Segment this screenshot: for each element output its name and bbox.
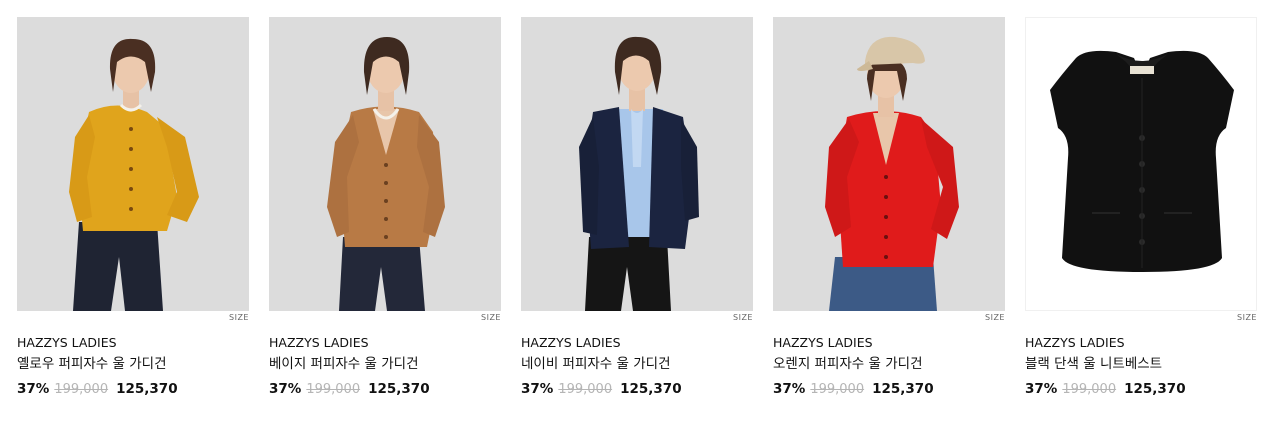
sale-price: 125,370 [368,381,430,397]
brand-name: HAZZYS LADIES [17,335,117,350]
product-card[interactable]: SIZE HAZZYS LADIES 오렌지 퍼피자수 울 가디건 37% 199… [773,17,1005,397]
product-image[interactable] [773,17,1005,311]
brand-name: HAZZYS LADIES [521,335,621,350]
original-price: 199,000 [1062,382,1117,397]
discount-rate: 37% [773,381,806,397]
brand-name: HAZZYS LADIES [773,335,873,350]
product-image[interactable] [17,17,249,311]
size-label[interactable]: SIZE [985,313,1005,322]
price-row: 37% 199,000 125,370 [521,381,682,397]
product-card[interactable]: SIZE HAZZYS LADIES 블랙 단색 울 니트베스트 37% 199,… [1025,17,1257,397]
product-name[interactable]: 베이지 퍼피자수 울 가디건 [269,352,419,372]
sale-price: 125,370 [1124,381,1186,397]
price-row: 37% 199,000 125,370 [269,381,430,397]
product-card[interactable]: SIZE HAZZYS LADIES 옐로우 퍼피자수 울 가디건 37% 199… [17,17,249,397]
product-name[interactable]: 네이비 퍼피자수 울 가디건 [521,352,671,372]
size-label[interactable]: SIZE [1237,313,1257,322]
product-name[interactable]: 블랙 단색 울 니트베스트 [1025,352,1162,372]
price-row: 37% 199,000 125,370 [773,381,934,397]
product-image[interactable] [269,17,501,311]
discount-rate: 37% [1025,381,1058,397]
price-row: 37% 199,000 125,370 [17,381,178,397]
product-image[interactable] [1025,17,1257,311]
product-grid: SIZE HAZZYS LADIES 옐로우 퍼피자수 울 가디건 37% 199… [0,0,1275,426]
product-name[interactable]: 오렌지 퍼피자수 울 가디건 [773,352,923,372]
brand-name: HAZZYS LADIES [1025,335,1125,350]
original-price: 199,000 [558,382,613,397]
size-label[interactable]: SIZE [229,313,249,322]
product-image[interactable] [521,17,753,311]
discount-rate: 37% [17,381,50,397]
brand-name: HAZZYS LADIES [269,335,369,350]
sale-price: 125,370 [872,381,934,397]
product-card[interactable]: SIZE HAZZYS LADIES 네이비 퍼피자수 울 가디건 37% 199… [521,17,753,397]
product-card[interactable]: SIZE HAZZYS LADIES 베이지 퍼피자수 울 가디건 37% 199… [269,17,501,397]
size-label[interactable]: SIZE [733,313,753,322]
product-name[interactable]: 옐로우 퍼피자수 울 가디건 [17,352,167,372]
price-row: 37% 199,000 125,370 [1025,381,1186,397]
original-price: 199,000 [54,382,109,397]
original-price: 199,000 [810,382,865,397]
discount-rate: 37% [521,381,554,397]
discount-rate: 37% [269,381,302,397]
size-label[interactable]: SIZE [481,313,501,322]
sale-price: 125,370 [620,381,682,397]
sale-price: 125,370 [116,381,178,397]
original-price: 199,000 [306,382,361,397]
